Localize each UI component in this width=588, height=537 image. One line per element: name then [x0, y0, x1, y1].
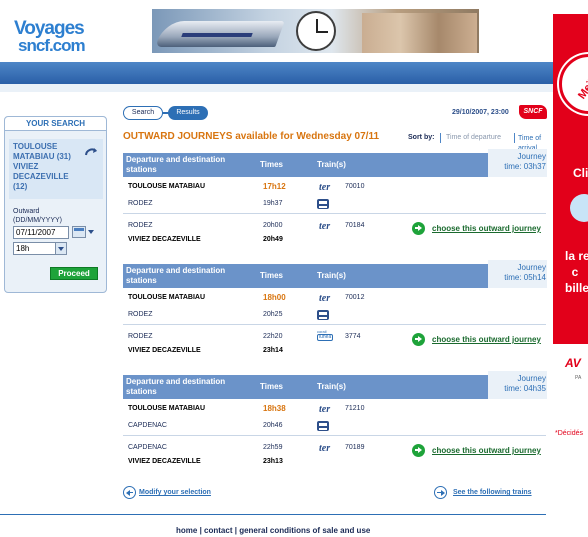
footer-conditions-link[interactable]: general conditions of sale and use: [239, 526, 370, 535]
ter-train-icon: ter: [319, 443, 330, 452]
svg-text:ter: ter: [319, 293, 330, 302]
ter-train-icon: ter: [319, 221, 330, 230]
outward-label: Outward (DD/MM/YYYY): [13, 208, 62, 224]
svg-text:ter: ter: [319, 404, 330, 413]
ad-brand: AV: [565, 356, 581, 370]
arrow-right-icon[interactable]: [434, 486, 447, 499]
sort-by-departure[interactable]: Time of departure: [446, 134, 501, 141]
ad-footnote: *Décidés: [555, 430, 584, 437]
travellers-image: [362, 13, 477, 53]
journey-duration: Journey time: 04h35: [488, 371, 547, 399]
advertisement-banner[interactable]: Meilleur Cli la re c bille AV PA *Décidés: [553, 14, 588, 440]
header-banner-image: [152, 9, 479, 53]
bus-icon: [317, 310, 329, 320]
svg-text:ter: ter: [319, 443, 330, 452]
journey-block: Departure and destination stations Times…: [123, 149, 547, 243]
clock-image: [296, 11, 336, 51]
journey-header: Departure and destination stations Times…: [123, 149, 547, 177]
ad-text-2: la re c bille: [565, 249, 588, 295]
leg-arrival-row: VIVIEZ DECAZEVILLE 23h14: [128, 347, 283, 354]
step-results: Results: [168, 106, 208, 120]
ter-train-icon: ter: [319, 404, 330, 413]
journey-block: Departure and destination stations Times…: [123, 371, 547, 465]
svg-text:ter: ter: [319, 221, 330, 230]
bus-icon: [317, 421, 329, 431]
leg-departure-row: TOULOUSE MATABIAU 17h12 ter 70010: [128, 182, 365, 191]
leg-arrival-row: RODEZ 19h37: [123, 196, 546, 212]
leg-arrival-row: RODEZ 20h25: [123, 307, 546, 323]
leg-arrival-row: CAPDENAC 20h46: [123, 418, 546, 434]
footer-home-link[interactable]: home: [176, 526, 197, 535]
route-summary: TOULOUSE MATABIAU (31) VIVIEZ DECAZEVILL…: [9, 139, 103, 199]
outward-time-select[interactable]: 18h: [13, 242, 67, 255]
journey-duration: Journey time: 03h37: [488, 149, 547, 177]
journey-block: Departure and destination stations Times…: [123, 260, 547, 354]
footer-links: home | contact | general conditions of s…: [176, 526, 371, 535]
modify-selection-link[interactable]: Modify your selection: [123, 486, 233, 500]
search-panel-title: YOUR SEARCH: [5, 117, 106, 131]
sort-by-label: Sort by:: [408, 134, 435, 141]
route-text: TOULOUSE MATABIAU (31) VIVIEZ DECAZEVILL…: [13, 142, 71, 191]
ad-badge: Meilleur: [559, 54, 588, 114]
ad-text: Cli: [573, 166, 588, 180]
chevron-down-icon[interactable]: [55, 243, 66, 254]
calendar-dropdown-icon[interactable]: [88, 230, 94, 234]
svg-text:ter: ter: [319, 182, 330, 191]
leg-arrival-row: VIVIEZ DECAZEVILLE 23h13: [128, 458, 283, 465]
see-following-trains-link[interactable]: See the following trains: [434, 486, 547, 500]
step-search[interactable]: Search: [123, 106, 163, 120]
voyages-sncf-logo[interactable]: Voyages sncf.com: [14, 19, 114, 56]
bus-icon: [317, 199, 329, 209]
arrow-left-icon[interactable]: [123, 486, 136, 499]
leg-departure-row: TOULOUSE MATABIAU 18h00 ter 70012: [128, 293, 365, 302]
footer-contact-link[interactable]: contact: [204, 526, 232, 535]
sncf-logo: SNCF: [519, 105, 547, 119]
journey-header: Departure and destination stations Times…: [123, 260, 547, 288]
journey-header: Departure and destination stations Times…: [123, 371, 547, 399]
page-title: OUTWARD JOURNEYS available for Wednesday…: [123, 131, 380, 142]
current-datetime: 29/10/2007, 23:00: [452, 109, 509, 116]
ad-brand-sub: PA: [575, 375, 582, 381]
leg-departure-row: TOULOUSE MATABIAU 18h38 ter 71210: [128, 404, 365, 413]
header-blue-band: [0, 62, 554, 84]
proceed-button[interactable]: Proceed: [50, 267, 98, 280]
your-search-panel: YOUR SEARCH TOULOUSE MATABIAU (31) VIVIE…: [4, 116, 107, 293]
ter-train-icon: ter: [319, 293, 330, 302]
leg-arrival-row: VIVIEZ DECAZEVILLE 20h49: [128, 236, 283, 243]
journey-duration: Journey time: 05h14: [488, 260, 547, 288]
corail-lunea-train-icon: corail lunéa: [317, 329, 334, 341]
reverse-route-icon[interactable]: [83, 145, 99, 161]
outward-date-input[interactable]: 07/11/2007: [13, 226, 69, 239]
ter-train-icon: ter: [319, 182, 330, 191]
globe-icon: [570, 194, 588, 222]
logo-line2: sncf.com: [18, 36, 86, 55]
calendar-icon[interactable]: [72, 226, 86, 238]
